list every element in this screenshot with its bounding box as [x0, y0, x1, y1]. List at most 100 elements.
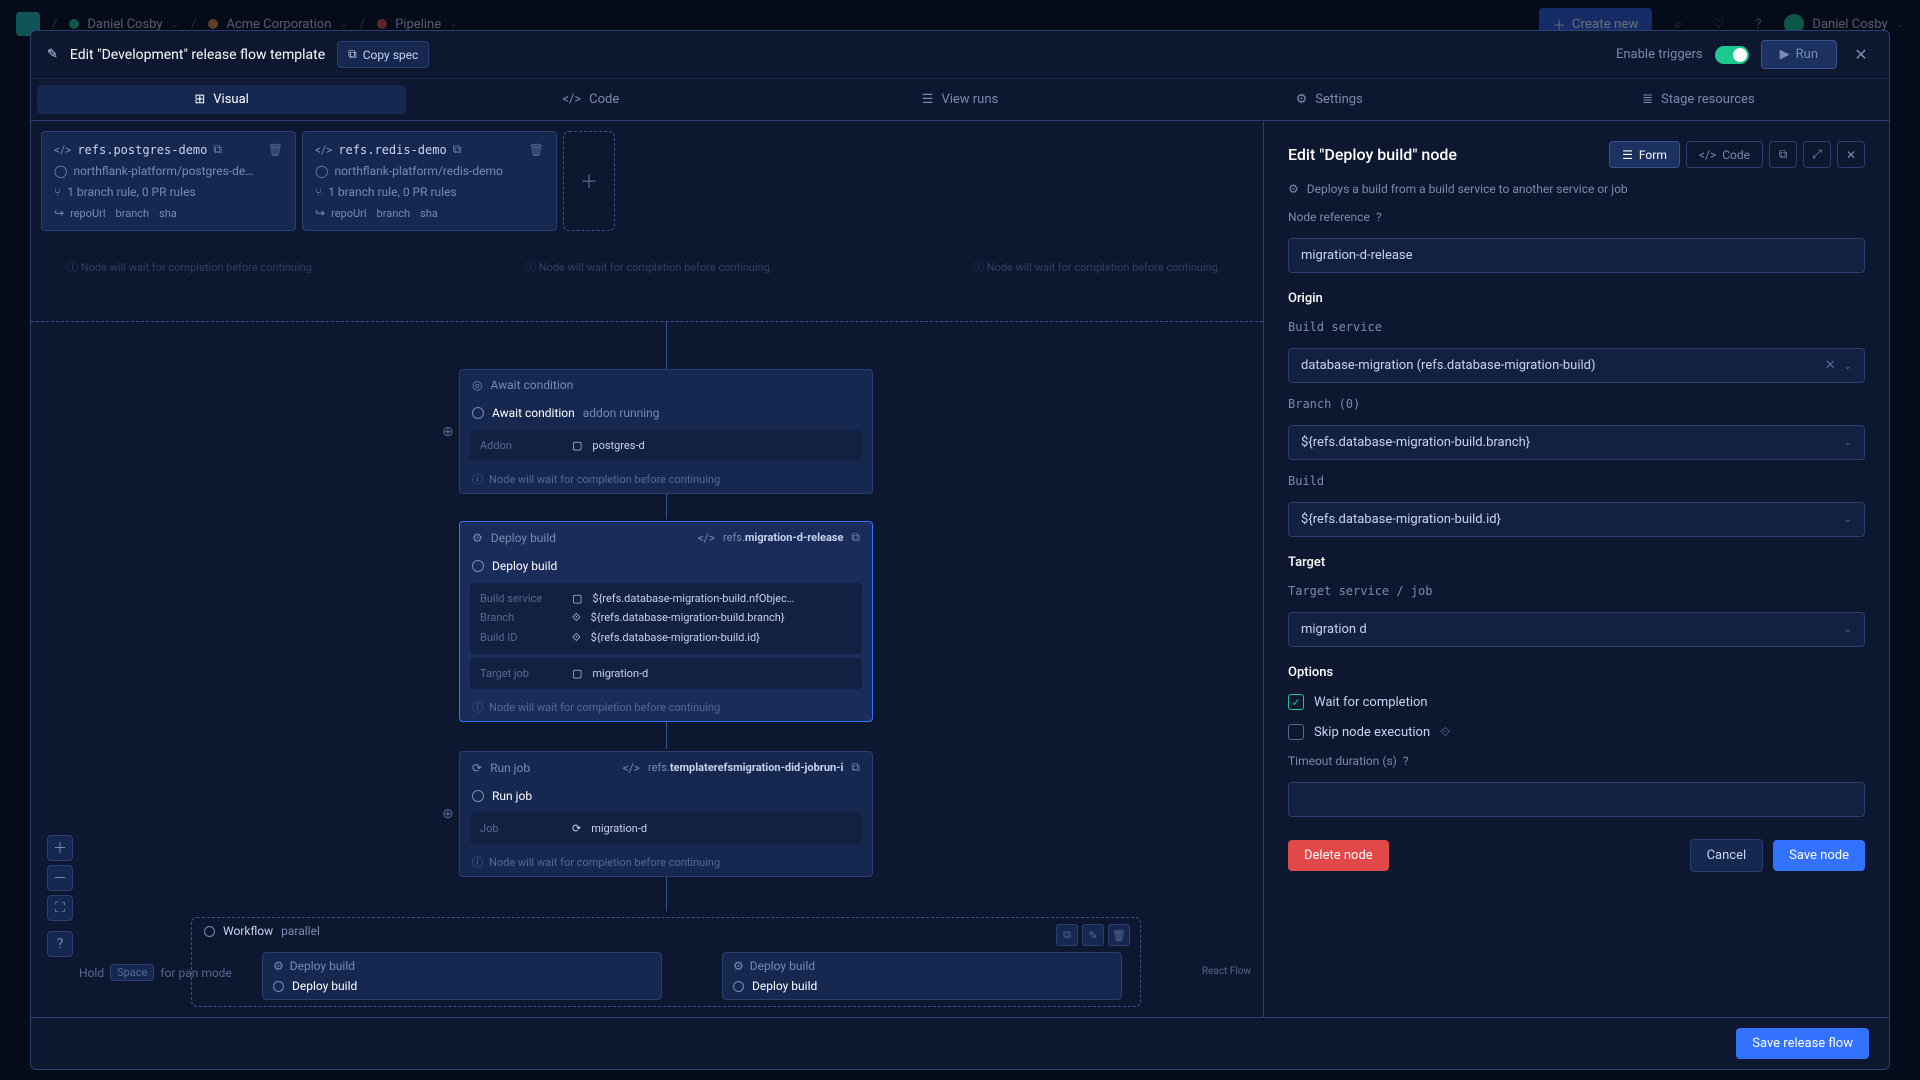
options-heading: Options [1288, 665, 1865, 680]
timeout-label: Timeout duration (s)? [1288, 754, 1865, 768]
target-service-select[interactable]: migration d⌄ [1288, 612, 1865, 647]
code-icon: </> [623, 761, 640, 775]
info-icon: ⓘ [472, 699, 483, 715]
mini-node-deploy[interactable]: ⚙Deploy build Deploy build [722, 952, 1122, 1000]
build-service-label: Build service [1288, 320, 1865, 334]
close-button[interactable]: ✕ [1849, 43, 1873, 67]
target-service-label: Target service / job [1288, 584, 1865, 598]
gear-icon: ⚙ [733, 959, 744, 973]
wait-for-completion-checkbox[interactable]: ✓Wait for completion [1288, 694, 1865, 710]
chevron-down-icon: ⌄ [1844, 514, 1852, 525]
link-icon: ⟐ [572, 631, 581, 645]
gear-icon: ⚙ [273, 959, 284, 973]
status-icon [472, 560, 484, 572]
tab-code[interactable]: </>Code [406, 85, 775, 114]
help-button[interactable]: ? [47, 931, 73, 957]
close-icon: ✕ [1846, 148, 1856, 162]
node-run-job[interactable]: ⊕ ⟳Run job</>refs.templaterefsmigration-… [459, 751, 873, 877]
timeout-input[interactable] [1288, 782, 1865, 817]
pan-hint: HoldSpacefor pan mode [79, 964, 232, 981]
copy-button[interactable]: ⧉ [1769, 141, 1797, 168]
layers-icon: ≣ [1642, 92, 1653, 107]
clear-icon[interactable]: ✕ [1825, 358, 1836, 373]
copy-icon[interactable]: ⧉ [851, 760, 860, 775]
build-select[interactable]: ${refs.database-migration-build.id}⌄ [1288, 502, 1865, 537]
code-icon: </> [562, 92, 581, 107]
code-icon: </> [1699, 148, 1716, 162]
node-deploy-build[interactable]: ⚙Deploy build</>refs.migration-d-release… [459, 521, 873, 722]
form-view-button[interactable]: ☰Form [1609, 141, 1680, 168]
skip-node-checkbox[interactable]: ✓Skip node execution⟐ [1288, 724, 1865, 740]
save-release-flow-button[interactable]: Save release flow [1736, 1028, 1869, 1059]
tree-icon: ⊞ [194, 92, 205, 107]
play-icon: ▶ [1780, 47, 1790, 62]
run-button[interactable]: ▶Run [1761, 40, 1837, 69]
drag-handle-icon[interactable]: ⊕ [442, 424, 454, 440]
build-service-select[interactable]: database-migration (refs.database-migrat… [1288, 348, 1865, 383]
status-icon [733, 981, 744, 992]
status-icon [204, 926, 215, 937]
gear-icon: ⚙ [1296, 92, 1308, 107]
enable-triggers-label: Enable triggers [1616, 47, 1703, 62]
tab-settings[interactable]: ⚙Settings [1145, 85, 1514, 114]
branch-label: Branch (0) [1288, 397, 1865, 411]
copy-spec-button[interactable]: ⧉Copy spec [337, 41, 429, 68]
chevron-down-icon: ⌄ [1844, 624, 1852, 635]
gear-icon: ⚙ [472, 531, 483, 545]
node-reference-input[interactable] [1288, 238, 1865, 273]
react-flow-label: React Flow [1202, 966, 1251, 977]
trash-icon[interactable]: 🗑 [1108, 924, 1130, 946]
fit-view-button[interactable]: ⛶ [47, 895, 73, 921]
edit-icon: ✎ [47, 47, 58, 62]
cube-icon: ▢ [572, 667, 582, 680]
tab-visual[interactable]: ⊞Visual [37, 85, 406, 114]
copy-icon: ⧉ [348, 47, 357, 62]
link-icon: ⟐ [1440, 725, 1450, 740]
run-icon: ⟳ [472, 761, 482, 775]
target-heading: Target [1288, 555, 1865, 570]
cube-icon: ▢ [572, 439, 582, 452]
code-view-button[interactable]: </>Code [1686, 141, 1763, 168]
copy-icon[interactable]: ⧉ [1056, 924, 1078, 946]
help-icon[interactable]: ? [1376, 210, 1382, 224]
tab-view-runs[interactable]: ☰View runs [775, 85, 1144, 114]
zoom-out-button[interactable]: － [47, 865, 73, 891]
status-icon [472, 790, 484, 802]
drag-handle-icon[interactable]: ⊕ [442, 806, 454, 822]
edit-icon[interactable]: ✎ [1082, 924, 1104, 946]
status-icon [273, 981, 284, 992]
branch-select[interactable]: ${refs.database-migration-build.branch}⌄ [1288, 425, 1865, 460]
cube-icon: ▢ [572, 592, 582, 605]
sheet-title: Edit "Development" release flow template [70, 47, 325, 63]
info-icon: ⓘ [472, 471, 483, 487]
condition-icon: ◎ [472, 378, 482, 392]
panel-title: Edit "Deploy build" node [1288, 145, 1457, 164]
cancel-button[interactable]: Cancel [1690, 839, 1764, 872]
zoom-in-button[interactable]: ＋ [47, 835, 73, 861]
run-icon: ⟳ [572, 822, 581, 835]
copy-icon[interactable]: ⧉ [851, 530, 860, 545]
panel-description: ⚙Deploys a build from a build service to… [1288, 182, 1865, 196]
close-panel-button[interactable]: ✕ [1837, 141, 1865, 168]
workflow-parallel[interactable]: Workflowparallel ⧉ ✎ 🗑 ⚙Deploy build Dep… [191, 917, 1141, 1007]
gear-icon: ⚙ [1288, 182, 1299, 196]
mini-node-deploy[interactable]: ⚙Deploy build Deploy build [262, 952, 662, 1000]
form-icon: ☰ [1622, 148, 1633, 162]
origin-heading: Origin [1288, 291, 1865, 306]
copy-icon: ⧉ [1779, 147, 1788, 162]
link-icon: ⟐ [572, 611, 581, 625]
chevron-down-icon: ⌄ [1844, 361, 1852, 372]
delete-node-button[interactable]: Delete node [1288, 840, 1389, 871]
node-await-condition[interactable]: ⊕ ◎Await condition Await conditionaddon … [459, 369, 873, 494]
tab-stage-resources[interactable]: ≣Stage resources [1514, 85, 1883, 114]
list-icon: ☰ [922, 92, 934, 107]
expand-button[interactable]: ⤢ [1803, 141, 1831, 168]
status-icon [472, 407, 484, 419]
help-icon[interactable]: ? [1403, 754, 1409, 768]
chevron-down-icon: ⌄ [1844, 437, 1852, 448]
save-node-button[interactable]: Save node [1773, 840, 1865, 871]
build-label: Build [1288, 474, 1865, 488]
code-icon: </> [698, 531, 715, 545]
enable-triggers-toggle[interactable] [1715, 46, 1749, 64]
node-reference-label: Node reference? [1288, 210, 1865, 224]
